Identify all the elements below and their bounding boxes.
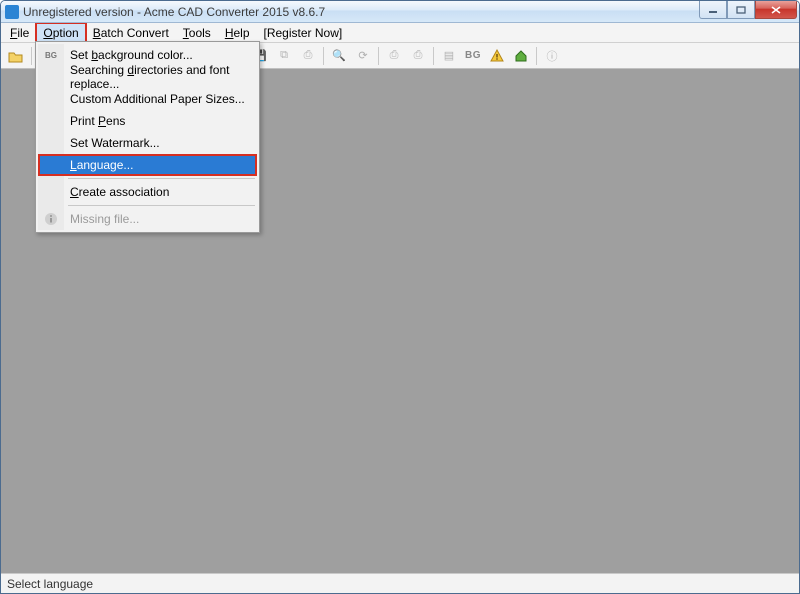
menu-option[interactable]: Option <box>36 23 85 42</box>
menu-item-label: Language... <box>70 158 133 172</box>
menu-create-association[interactable]: Create association <box>38 181 257 203</box>
rotate-icon[interactable]: ⟳ <box>352 45 374 67</box>
menu-language[interactable]: Language... <box>38 154 257 176</box>
toolbar-separator <box>31 47 32 65</box>
toolbar-separator <box>378 47 379 65</box>
app-icon <box>5 5 19 19</box>
menu-item-label: Missing file... <box>70 212 139 226</box>
print-icon[interactable]: ⎙ <box>297 45 319 67</box>
bg-label-icon[interactable]: BG <box>462 45 484 67</box>
warning-icon[interactable] <box>486 45 508 67</box>
statusbar: Select language <box>1 573 799 593</box>
menu-item-label: Custom Additional Paper Sizes... <box>70 92 245 106</box>
toolbar-separator <box>536 47 537 65</box>
option-menu-dropdown: BG Set background color... Searching dir… <box>35 41 260 233</box>
menu-set-watermark[interactable]: Set Watermark... <box>38 132 257 154</box>
menu-help[interactable]: Help <box>218 23 257 42</box>
open-icon[interactable] <box>5 45 27 67</box>
zoom-icon[interactable]: 🔍 <box>328 45 350 67</box>
status-text: Select language <box>7 577 93 591</box>
menu-tools[interactable]: Tools <box>176 23 218 42</box>
close-button[interactable] <box>755 1 797 19</box>
info-icon <box>43 211 59 227</box>
window-controls <box>699 1 797 19</box>
bg-icon: BG <box>43 47 59 63</box>
menu-print-pens[interactable]: Print Pens <box>38 110 257 132</box>
menu-register-now[interactable]: [Register Now] <box>257 23 350 42</box>
menu-search-directories[interactable]: Searching directories and font replace..… <box>38 66 257 88</box>
window-title: Unregistered version - Acme CAD Converte… <box>23 5 325 19</box>
print-icon[interactable]: ⎙ <box>407 45 429 67</box>
toolbar-separator <box>323 47 324 65</box>
menu-item-label: Create association <box>70 185 169 199</box>
menu-separator <box>68 205 255 206</box>
layout-icon[interactable]: ▤ <box>438 45 460 67</box>
info-icon[interactable]: ⓘ <box>541 45 563 67</box>
menu-item-label: Print Pens <box>70 114 125 128</box>
print-icon[interactable]: ⎙ <box>383 45 405 67</box>
menu-batch-convert[interactable]: Batch Convert <box>86 23 176 42</box>
titlebar: Unregistered version - Acme CAD Converte… <box>1 1 799 23</box>
menu-file[interactable]: File <box>3 23 36 42</box>
home-icon[interactable] <box>510 45 532 67</box>
menubar: File Option Batch Convert Tools Help [Re… <box>1 23 799 43</box>
toolbar-separator <box>433 47 434 65</box>
menu-separator <box>68 178 255 179</box>
maximize-button[interactable] <box>727 1 755 19</box>
menu-custom-paper-sizes[interactable]: Custom Additional Paper Sizes... <box>38 88 257 110</box>
copy-icon[interactable]: ⧉ <box>273 45 295 67</box>
menu-item-label: Set Watermark... <box>70 136 160 150</box>
menu-item-label: Searching directories and font replace..… <box>70 63 251 91</box>
minimize-button[interactable] <box>699 1 727 19</box>
menu-missing-file: Missing file... <box>38 208 257 230</box>
menu-item-label: Set background color... <box>70 48 193 62</box>
